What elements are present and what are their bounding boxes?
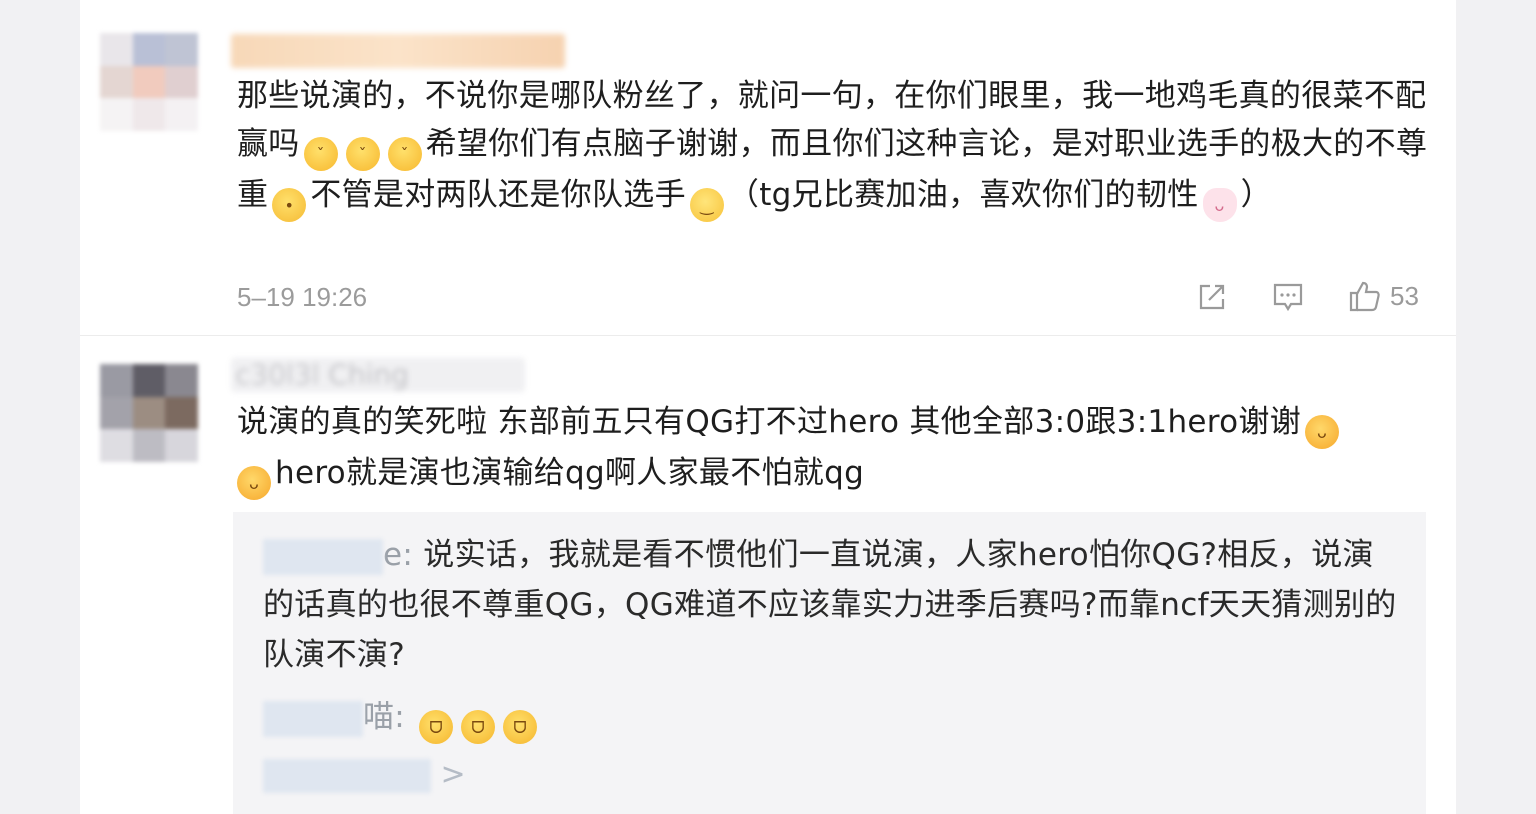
reply-text: 说实话，我就是看不惯他们一直说演，人家hero怕你QG?相反，说演的话真的也很不… xyxy=(263,537,1397,673)
reply-username[interactable] xyxy=(263,538,383,575)
comment-button[interactable] xyxy=(1272,282,1304,319)
comment-page: 那些说演的，不说你是哪队粉丝了，就问一句，在你们眼里，我一地鸡毛真的很菜不配赢吗… xyxy=(80,0,1456,814)
avatar[interactable] xyxy=(100,33,198,131)
username[interactable]: c30l3l Ching xyxy=(231,358,525,392)
comment-text-part: 说演的真的笑死啦 东部前五只有QG打不过hero 其他全部3:0跟3:1hero… xyxy=(237,404,1302,440)
comment-text-part: ） xyxy=(1240,177,1272,213)
username[interactable] xyxy=(231,34,565,68)
share-icon xyxy=(1199,284,1225,310)
yum-emoji: ᴗ xyxy=(1305,415,1340,449)
more-replies-text xyxy=(263,758,431,793)
comment-icon xyxy=(1273,283,1303,312)
laughing-tears-emoji: ᗜ xyxy=(419,710,454,744)
reply-item[interactable]: 喵: ᗜᗜᗜ xyxy=(263,692,1403,744)
comment-text: 那些说演的，不说你是哪队粉丝了，就问一句，在你们眼里，我一地鸡毛真的很菜不配赢吗… xyxy=(237,72,1432,222)
comment-item: 那些说演的，不说你是哪队粉丝了，就问一句，在你们眼里，我一地鸡毛真的很菜不配赢吗… xyxy=(80,0,1456,335)
smirk-emoji: ˇ xyxy=(345,137,380,171)
smirk-emoji: ˇ xyxy=(387,137,422,171)
reply-username[interactable] xyxy=(263,700,363,737)
reply-box[interactable]: e: 说实话，我就是看不惯他们一直说演，人家hero怕你QG?相反，说演的话真的… xyxy=(233,512,1426,814)
bunny-emoji: ᴗ xyxy=(1202,188,1237,222)
share-button[interactable] xyxy=(1197,282,1227,319)
thumbs-up-icon xyxy=(1349,281,1380,312)
reply-username-suffix: e: xyxy=(383,537,414,573)
avatar[interactable] xyxy=(100,364,198,462)
smile-emoji: ‿ xyxy=(689,188,724,222)
comment-item: c30l3l Ching 说演的真的笑死啦 东部前五只有QG打不过hero 其他… xyxy=(80,336,1456,814)
reply-item[interactable]: e: 说实话，我就是看不惯他们一直说演，人家hero怕你QG?相反，说演的话真的… xyxy=(263,530,1403,680)
yum-emoji: ᴗ xyxy=(237,466,271,500)
laughing-tears-emoji: ᗜ xyxy=(461,710,496,744)
comment-text-part: hero就是演也演输给qg啊人家最不怕就qg xyxy=(275,455,865,491)
comment-text: 说演的真的笑死啦 东部前五只有QG打不过hero 其他全部3:0跟3:1hero… xyxy=(237,398,1432,500)
thinking-emoji: • xyxy=(272,188,307,222)
smirk-emoji: ˇ xyxy=(303,137,338,171)
username-text: Ching xyxy=(328,358,409,391)
more-replies-link[interactable]: > xyxy=(263,757,466,793)
laughing-tears-emoji: ᗜ xyxy=(503,710,538,744)
comment-text-part: 不管是对两队还是你队选手 xyxy=(310,177,686,213)
comment-text-part: （tg兄比赛加油，喜欢你们的韧性 xyxy=(727,177,1199,213)
comment-timestamp: 5–19 19:26 xyxy=(237,282,368,312)
like-button[interactable]: 53 xyxy=(1348,279,1419,313)
chevron-right-icon: > xyxy=(440,757,466,792)
reply-username-suffix: 喵: xyxy=(363,699,406,735)
like-count: 53 xyxy=(1390,280,1419,311)
